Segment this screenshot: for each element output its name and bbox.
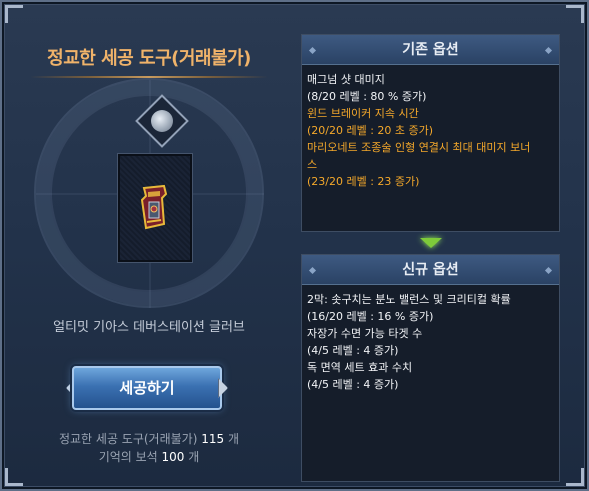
corner-ornament [566, 468, 584, 486]
cost-unit: 개 [188, 450, 200, 464]
cost-count: 100 [161, 450, 185, 464]
option-line: 스 [307, 158, 318, 171]
option-line: 마리오네트 조종술 인형 연결시 최대 대미지 보너 [307, 141, 531, 154]
option-line: (4/5 레벨 : 4 증가) [307, 378, 399, 391]
existing-options-panel: 기존 옵션 매그넘 샷 대미지 (8/20 레벨 : 80 % 증가) 윈드 브레이… [301, 34, 560, 232]
new-options-panel: 신규 옵션 2막: 솟구치는 분노 밸런스 및 크리티컬 확률 (16/20 레벨… [301, 254, 560, 482]
corner-ornament [5, 5, 23, 23]
glove-icon [140, 184, 168, 230]
option-line: (4/5 레벨 : 4 증가) [307, 344, 399, 357]
cost-line: 정교한 세공 도구(거래불가) 115 개 [10, 430, 288, 447]
cost-label: 정교한 세공 도구(거래불가) [58, 432, 198, 446]
option-line: (8/20 레벨 : 80 % 증가) [307, 90, 427, 103]
cost-count: 115 [201, 432, 225, 446]
cost-line: 기억의 보석 100 개 [10, 448, 288, 465]
moon-icon [151, 110, 173, 132]
option-line: 독 면역 세트 효과 수치 [307, 361, 413, 374]
button-cap-right [218, 378, 228, 398]
existing-options-header: 기존 옵션 [302, 35, 559, 65]
cost-unit: 개 [227, 432, 240, 446]
panel-title: 정교한 세공 도구(거래불가) [47, 48, 251, 69]
new-options-list: 2막: 솟구치는 분노 밸런스 및 크리티컬 확률 (16/20 레벨 : 16 … [302, 285, 559, 399]
existing-options-list: 매그넘 샷 대미지 (8/20 레벨 : 80 % 증가) 윈드 브레이커 지속 시… [302, 65, 559, 196]
option-line: 자장가 수면 가능 타겟 수 [307, 327, 423, 340]
option-line: (16/20 레벨 : 16 % 증가) [307, 310, 434, 323]
option-line: 매그넘 샷 대미지 [307, 73, 385, 86]
option-line: 윈드 브레이커 지속 시간 [307, 107, 419, 120]
option-line: (23/20 레벨 : 23 증가) [307, 175, 420, 188]
item-name: 얼티밋 기아스 데버스테이션 글러브 [53, 320, 245, 335]
corner-ornament [566, 5, 584, 23]
craft-button[interactable]: 세공하기 [72, 366, 222, 410]
option-line: 2막: 솟구치는 분노 밸런스 및 크리티컬 확률 [307, 293, 511, 306]
new-options-header: 신규 옵션 [302, 255, 559, 285]
craft-panel: 정교한 세공 도구(거래불가) 얼티밋 기아스 데버스테이션 글러브 세공하기 … [10, 26, 288, 481]
cost-label: 기억의 보석 [98, 450, 158, 464]
arrow-down-icon [420, 238, 442, 248]
option-line: (20/20 레벨 : 20 초 증가) [307, 124, 434, 137]
